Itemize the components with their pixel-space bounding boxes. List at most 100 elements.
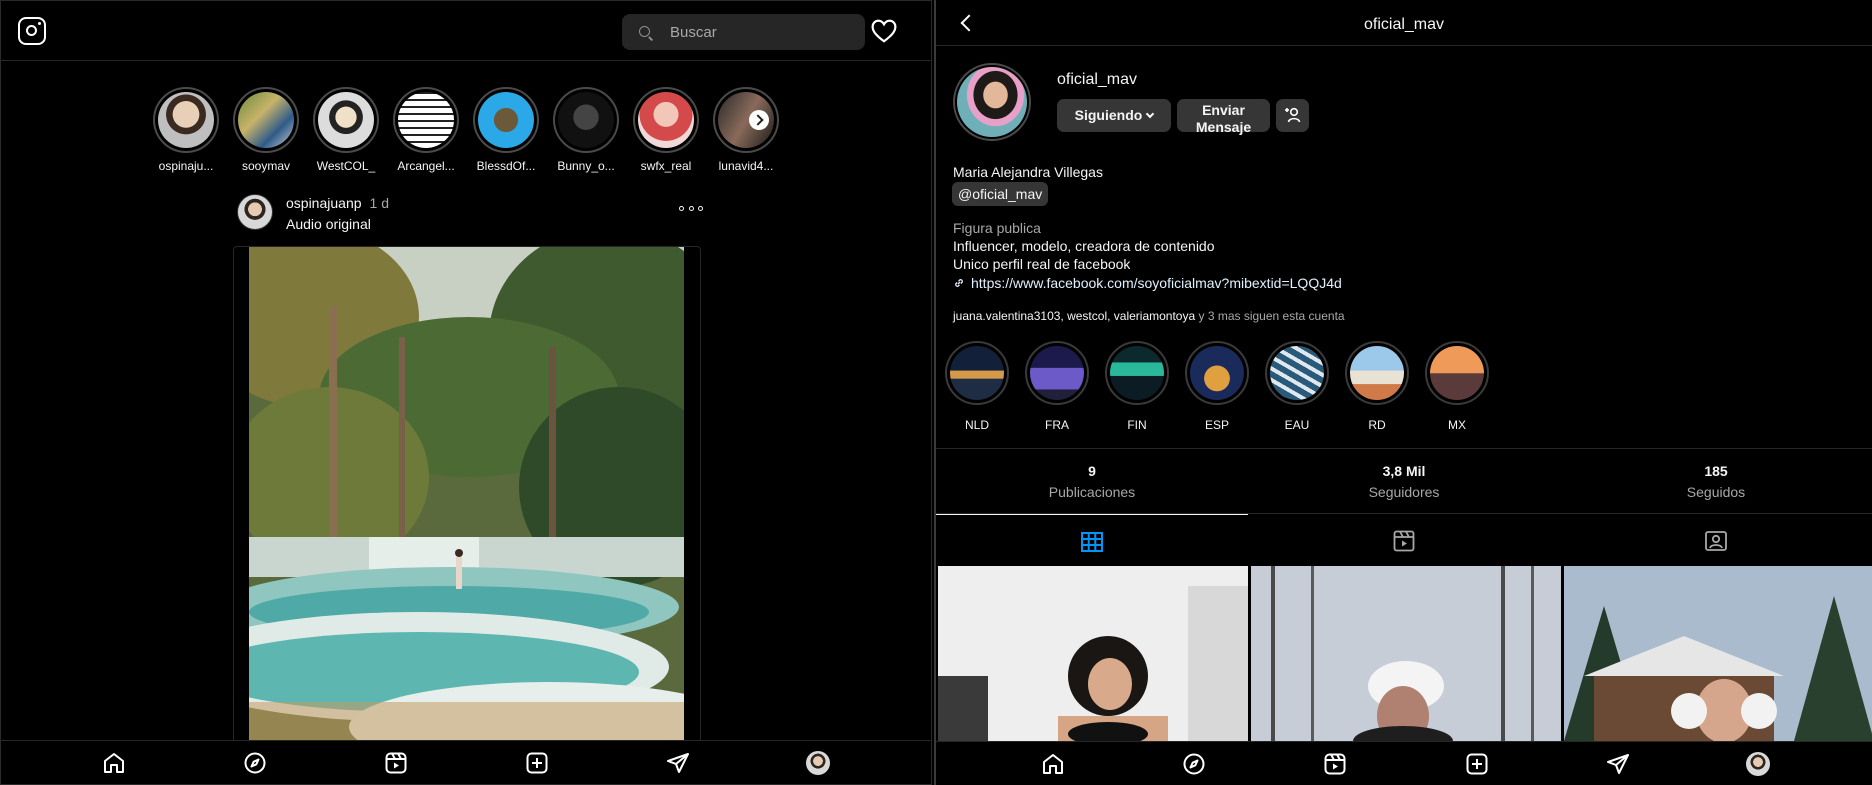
post-author-avatar[interactable] (237, 194, 273, 230)
grid-post[interactable] (938, 566, 1248, 741)
story-item[interactable]: WestCOL_ (311, 87, 381, 173)
story-avatar (558, 92, 614, 148)
story-item[interactable]: BlessdOf... (471, 87, 541, 173)
home-icon[interactable] (1041, 752, 1065, 776)
story-item[interactable]: Bunny_o... (551, 87, 621, 173)
story-username: WestCOL_ (316, 159, 376, 173)
search-icon (639, 26, 650, 37)
highlight-item[interactable]: EAU (1261, 341, 1333, 432)
feed-bottom-nav (1, 740, 931, 784)
bio-line-2: Unico perfil real de facebook (953, 256, 1131, 272)
home-icon[interactable] (102, 751, 126, 775)
stat-label: Seguidores (1368, 484, 1440, 500)
highlight-label: MX (1448, 418, 1466, 432)
profile-stats: 9 Publicaciones 3,8 Mil Seguidores 185 S… (936, 448, 1872, 514)
direct-icon[interactable] (1606, 752, 1630, 776)
highlight-item[interactable]: RD (1341, 341, 1413, 432)
highlight-cover (1430, 346, 1484, 400)
story-username: swfx_real (640, 159, 692, 173)
following-label: Siguiendo (1074, 107, 1143, 123)
explore-icon[interactable] (1182, 752, 1206, 776)
bio-link-text: https://www.facebook.com/soyoficialmav?m… (971, 275, 1342, 291)
profile-avatar-large[interactable] (953, 63, 1031, 141)
bio-line-1: Influencer, modelo, creadora de contenid… (953, 238, 1215, 254)
highlight-label: EAU (1284, 418, 1310, 432)
story-item[interactable]: swfx_real (631, 87, 701, 173)
profile-category: Figura publica (953, 220, 1041, 236)
feed-pane: ospinaju... sooymav WestCOL_ Arcangel...… (0, 0, 932, 785)
followed-by-text[interactable]: juana.valentina3103, westcol, valeriamon… (953, 309, 1345, 323)
profile-avatar[interactable] (806, 751, 830, 775)
post-audio-label[interactable]: Audio original (286, 216, 371, 232)
highlight-item[interactable]: FIN (1101, 341, 1173, 432)
post-time: 1 d (369, 195, 389, 211)
search-box[interactable] (622, 14, 865, 50)
story-item[interactable]: Arcangel... (391, 87, 461, 173)
highlight-cover (1190, 346, 1244, 400)
tab-reels[interactable] (1248, 514, 1560, 564)
highlight-cover (950, 346, 1004, 400)
post-image[interactable] (249, 247, 684, 745)
post-author-username[interactable]: ospinajuanp (286, 195, 362, 211)
highlight-item[interactable]: FRA (1021, 341, 1093, 432)
profile-top-bar: oficial_mav (936, 0, 1872, 46)
post-author-line: ospinajuanp 1 d (286, 195, 389, 211)
story-item[interactable]: ospinaju... (151, 87, 221, 173)
grid-post[interactable] (1251, 566, 1561, 741)
following-button[interactable]: Siguiendo (1057, 99, 1171, 132)
story-avatar (638, 92, 694, 148)
send-message-button[interactable]: Enviar Mensaje (1177, 99, 1270, 135)
highlight-cover (1270, 346, 1324, 400)
posts-count[interactable]: 9 Publicaciones (936, 449, 1248, 515)
followed-by-names: juana.valentina3103, westcol, valeriamon… (953, 309, 1196, 323)
search-input[interactable] (670, 14, 855, 50)
create-icon[interactable] (525, 751, 549, 775)
tab-posts-grid[interactable] (936, 514, 1248, 564)
highlight-item[interactable]: MX (1421, 341, 1493, 432)
story-highlights: NLD FRA FIN ESP EAU RD MX (936, 341, 1872, 432)
highlight-label: ESP (1204, 418, 1229, 432)
profile-pane: oficial_mav oficial_mav Siguiendo Enviar… (934, 0, 1872, 785)
stat-value: 9 (1088, 463, 1096, 479)
profile-header-title: oficial_mav (1363, 16, 1445, 33)
create-icon[interactable] (1465, 752, 1489, 776)
reels-icon[interactable] (384, 751, 408, 775)
story-username: BlessdOf... (476, 159, 536, 173)
threads-handle-badge[interactable]: @oficial_mav (952, 182, 1049, 206)
story-username: sooymav (241, 159, 291, 173)
followers-count[interactable]: 3,8 Mil Seguidores (1248, 449, 1560, 515)
add-person-icon (1284, 107, 1300, 122)
story-item[interactable]: sooymav (231, 87, 301, 173)
story-username: Bunny_o... (557, 159, 615, 173)
suggest-people-button[interactable] (1276, 99, 1309, 132)
highlight-item[interactable]: ESP (1181, 341, 1253, 432)
profile-avatar[interactable] (1746, 752, 1770, 776)
story-username: Arcangel... (397, 159, 455, 173)
story-item[interactable]: lunavid4... (711, 87, 781, 173)
highlight-cover (1110, 346, 1164, 400)
post-media-frame (233, 246, 701, 746)
profile-bottom-nav (936, 741, 1872, 785)
post-header: ospinajuanp 1 d Audio original (237, 194, 703, 234)
send-message-label-line1: Enviar (1202, 102, 1245, 118)
tab-tagged[interactable] (1560, 514, 1872, 564)
followed-by-more: y 3 mas siguen esta cuenta (1195, 309, 1345, 323)
highlight-item[interactable]: NLD (941, 341, 1013, 432)
profile-tabs (936, 514, 1872, 564)
highlight-label: FRA (1045, 418, 1069, 432)
reels-icon[interactable] (1323, 752, 1347, 776)
chevron-down-icon (1146, 109, 1155, 119)
bio-external-link[interactable]: https://www.facebook.com/soyoficialmav?m… (953, 275, 1342, 291)
direct-icon[interactable] (666, 751, 690, 775)
grid-post[interactable] (1564, 566, 1872, 741)
story-avatar (318, 92, 374, 148)
story-avatar (238, 92, 294, 148)
explore-icon[interactable] (243, 751, 267, 775)
notifications-heart-icon[interactable] (871, 19, 897, 43)
following-count[interactable]: 185 Seguidos (1560, 449, 1872, 515)
story-avatar (478, 92, 534, 148)
stories-next-button[interactable] (749, 110, 769, 130)
instagram-logo-icon[interactable] (18, 17, 46, 45)
story-avatar (398, 92, 454, 148)
more-options-icon[interactable] (679, 206, 703, 216)
